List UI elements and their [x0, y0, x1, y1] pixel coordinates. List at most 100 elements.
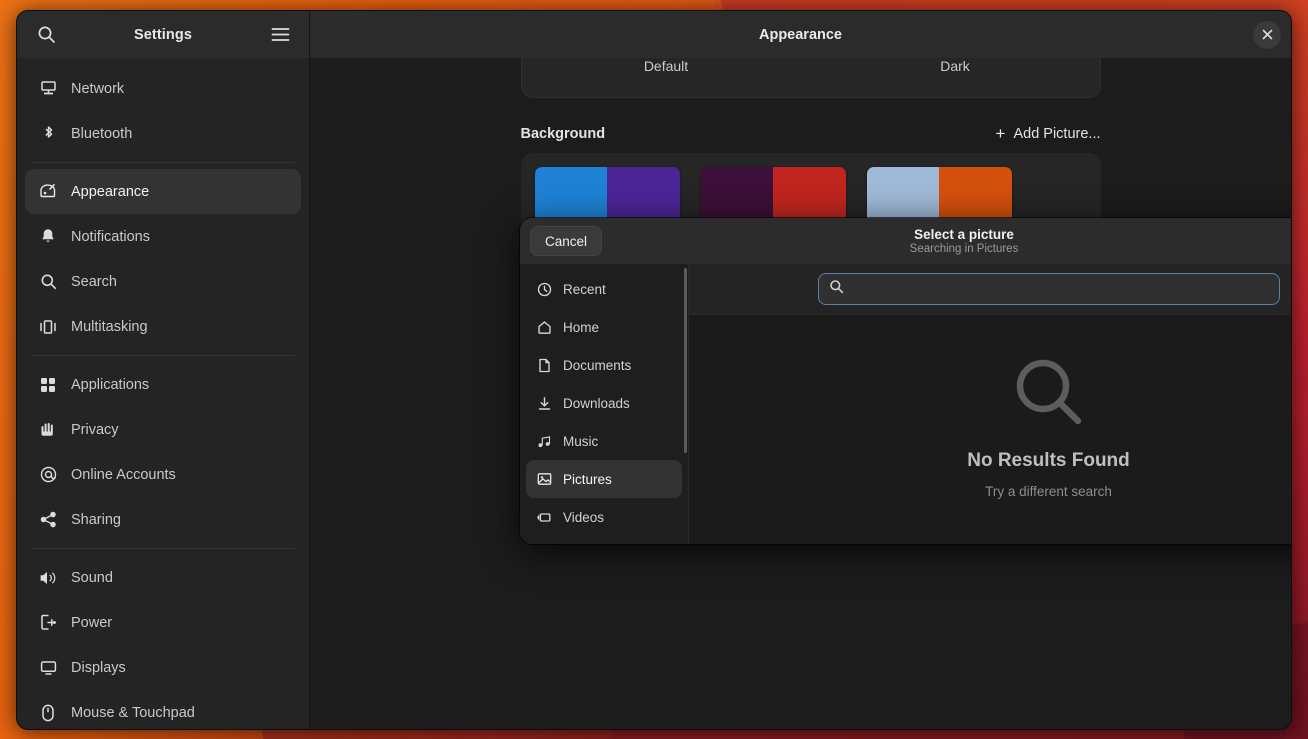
- display-monitor-icon: [39, 659, 57, 677]
- place-item-label: Downloads: [563, 395, 630, 411]
- search-input[interactable]: [817, 273, 1280, 305]
- settings-window: Settings Network Bluetooth Appearance No…: [16, 10, 1292, 730]
- sidebar-item-power[interactable]: Power: [25, 600, 301, 645]
- file-chooser-places-sidebar: Recent Home Documents Downloads Music Pi…: [520, 264, 689, 544]
- document-icon: [536, 357, 552, 373]
- place-item-label: Music: [563, 433, 599, 449]
- place-item-label: Documents: [563, 357, 632, 373]
- file-chooser-main: No Results Found Try a different search: [689, 264, 1291, 544]
- place-item-label: Recent: [563, 281, 606, 297]
- download-arrow-icon: [536, 395, 552, 411]
- sidebar-item-notifications[interactable]: Notifications: [25, 214, 301, 259]
- sidebar-item-bluetooth[interactable]: Bluetooth: [25, 111, 301, 156]
- search-text-field[interactable]: [851, 281, 1269, 297]
- style-option-label: Default: [643, 58, 689, 74]
- sidebar-item-applications[interactable]: Applications: [25, 362, 301, 407]
- place-item-label: Videos: [563, 509, 605, 525]
- empty-state-title: No Results Found: [967, 449, 1130, 471]
- sidebar-item-network[interactable]: Network: [25, 66, 301, 111]
- style-chooser: Default Dark: [520, 58, 1101, 98]
- sidebar-header: Settings: [17, 11, 309, 58]
- content-header: Appearance: [310, 11, 1291, 58]
- empty-state: No Results Found Try a different search: [689, 315, 1291, 544]
- cancel-button[interactable]: Cancel: [530, 226, 603, 256]
- speaker-icon: [39, 569, 57, 587]
- sidebar-item-privacy[interactable]: Privacy: [25, 407, 301, 452]
- bluetooth-icon: [39, 125, 57, 143]
- bell-icon: [39, 228, 57, 246]
- sidebar-nav-list: Network Bluetooth Appearance Notificatio…: [17, 58, 309, 729]
- place-item-home[interactable]: Home: [526, 308, 682, 346]
- search-icon[interactable]: [29, 18, 63, 52]
- place-item-music[interactable]: Music: [526, 422, 682, 460]
- place-item-documents[interactable]: Documents: [526, 346, 682, 384]
- add-picture-button[interactable]: + Add Picture...: [996, 125, 1101, 142]
- home-icon: [536, 319, 552, 335]
- hamburger-menu-icon[interactable]: [263, 18, 297, 52]
- search-bar: [689, 264, 1291, 315]
- sidebar-item-label: Displays: [71, 659, 126, 676]
- search-icon: [39, 273, 57, 291]
- sidebar-item-mouse-touchpad[interactable]: Mouse & Touchpad: [25, 690, 301, 729]
- place-item-videos[interactable]: Videos: [526, 498, 682, 536]
- close-icon[interactable]: [1253, 20, 1281, 49]
- settings-content: Appearance Default Dark Background + Add…: [310, 11, 1291, 729]
- sidebar-item-label: Notifications: [71, 228, 150, 245]
- settings-sidebar: Settings Network Bluetooth Appearance No…: [17, 11, 310, 729]
- place-item-pictures[interactable]: Pictures: [526, 460, 682, 498]
- sidebar-item-displays[interactable]: Displays: [25, 645, 301, 690]
- clock-recent-icon: [536, 281, 552, 297]
- sidebar-item-label: Sound: [71, 569, 113, 586]
- sidebar-item-label: Applications: [71, 376, 150, 393]
- style-option-default[interactable]: Default: [522, 58, 811, 97]
- network-wired-icon: [39, 80, 57, 98]
- sidebar-item-label: Sharing: [71, 511, 121, 528]
- place-item-label: Home: [563, 319, 600, 335]
- place-item-downloads[interactable]: Downloads: [526, 384, 682, 422]
- empty-state-subtitle: Try a different search: [985, 483, 1112, 499]
- background-label: Background: [520, 125, 606, 142]
- sidebar-item-multitasking[interactable]: Multitasking: [25, 304, 301, 349]
- hand-privacy-icon: [39, 421, 57, 439]
- content-title: Appearance: [758, 26, 842, 43]
- add-picture-label: Add Picture...: [1013, 125, 1101, 142]
- sidebar-item-search[interactable]: Search: [25, 259, 301, 304]
- mouse-icon: [39, 704, 57, 722]
- sidebar-item-appearance[interactable]: Appearance: [25, 169, 301, 214]
- at-sign-icon: [39, 466, 57, 484]
- places-scrollbar[interactable]: [684, 268, 687, 453]
- sidebar-item-label: Mouse & Touchpad: [71, 704, 195, 721]
- search-icon: [829, 279, 844, 299]
- apps-grid-icon: [39, 376, 57, 394]
- power-plug-icon: [39, 614, 57, 632]
- dialog-subtitle: Searching in Pictures: [909, 243, 1019, 255]
- style-option-dark[interactable]: Dark: [811, 58, 1100, 97]
- sidebar-divider: [31, 355, 295, 356]
- style-option-label: Dark: [940, 58, 970, 74]
- video-camera-icon: [536, 509, 552, 525]
- background-section-header: Background + Add Picture...: [521, 125, 1101, 142]
- sidebar-item-label: Power: [71, 614, 113, 631]
- sidebar-divider: [31, 548, 295, 549]
- file-chooser-header: Cancel Select a picture Searching in Pic…: [520, 218, 1291, 264]
- sidebar-item-label: Appearance: [71, 183, 150, 200]
- music-note-icon: [536, 433, 552, 449]
- place-item-recent[interactable]: Recent: [526, 270, 682, 308]
- place-item-label: Pictures: [563, 471, 612, 487]
- sidebar-item-sound[interactable]: Sound: [25, 555, 301, 600]
- multitasking-icon: [39, 318, 57, 336]
- sidebar-item-label: Search: [71, 273, 117, 290]
- sidebar-divider: [31, 162, 295, 163]
- sidebar-item-label: Privacy: [71, 421, 119, 438]
- file-chooser-dialog: Cancel Select a picture Searching in Pic…: [520, 218, 1291, 544]
- share-nodes-icon: [39, 511, 57, 529]
- file-chooser-title-block: Select a picture Searching in Pictures: [520, 227, 1291, 255]
- plus-icon: +: [995, 124, 1006, 143]
- sidebar-item-label: Online Accounts: [71, 466, 176, 483]
- sidebar-item-sharing[interactable]: Sharing: [25, 497, 301, 542]
- sidebar-item-online-accounts[interactable]: Online Accounts: [25, 452, 301, 497]
- sidebar-item-label: Network: [71, 80, 125, 97]
- dialog-title: Select a picture: [914, 227, 1014, 242]
- sidebar-item-label: Bluetooth: [71, 125, 133, 142]
- appearance-icon: [39, 183, 57, 201]
